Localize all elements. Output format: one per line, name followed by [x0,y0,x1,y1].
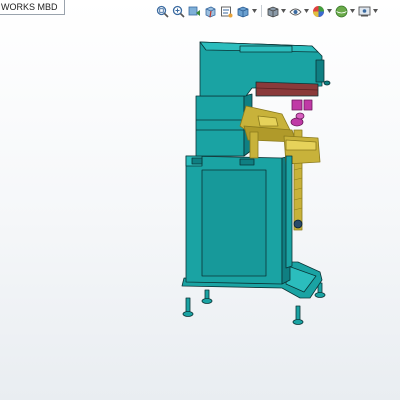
graphics-area[interactable] [0,20,400,400]
machine-column [195,95,245,157]
pad-printer-machine-model[interactable] [0,0,400,400]
print-pad [290,99,313,127]
adjustment-knob [293,219,303,229]
